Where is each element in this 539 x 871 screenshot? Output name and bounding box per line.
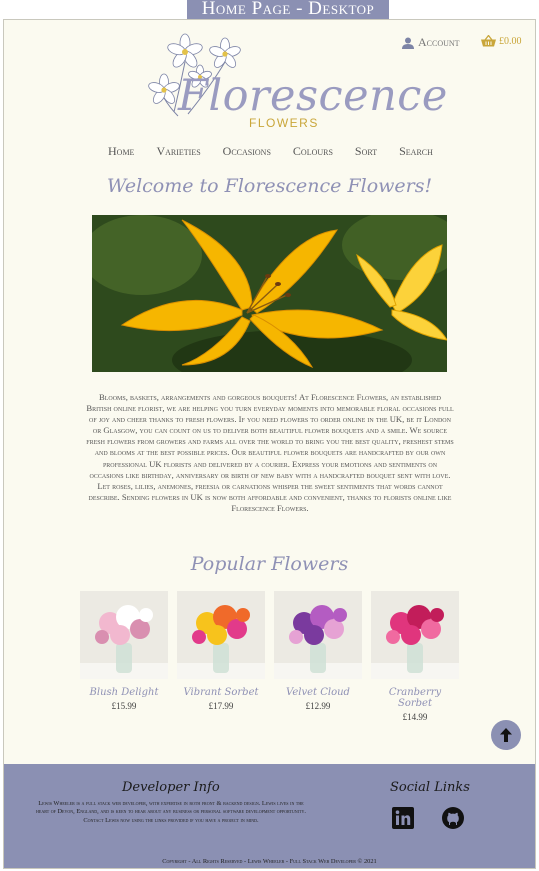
basket-icon: [481, 35, 496, 47]
product-price: £14.99: [402, 712, 428, 722]
back-to-top-button[interactable]: [491, 720, 521, 750]
account-link[interactable]: Account: [402, 35, 460, 50]
nav-sort[interactable]: Sort: [355, 144, 377, 159]
site-footer: Developer Info Lewis Wheeler is a full s…: [4, 764, 535, 868]
github-icon[interactable]: [442, 807, 464, 829]
product-card[interactable]: Vibrant Sorbet £17.99: [177, 591, 265, 722]
logo-wordmark: Florescence: [178, 71, 448, 121]
welcome-heading: Welcome to Florescence Flowers!: [106, 175, 433, 197]
product-price: £17.99: [208, 701, 234, 711]
product-image: [371, 591, 459, 679]
page-frame: Florescence FLOWERS Account £0.00 Home V…: [3, 19, 536, 869]
copyright-text: Copyright - All Rights Reserved - Lewis …: [162, 858, 377, 865]
hero-lily-image: [92, 215, 447, 372]
developer-info-text: Lewis Wheeler is a full stack web develo…: [36, 800, 306, 824]
product-name: Cranberry Sorbet: [388, 687, 442, 709]
product-list: Blush Delight £15.99 Vibrant Sorbet £17.…: [80, 591, 459, 722]
product-name: Vibrant Sorbet: [183, 687, 259, 698]
nav-varieties[interactable]: Varieties: [156, 144, 200, 159]
main-nav: Home Varieties Occasions Colours Sort Se…: [108, 144, 455, 159]
nav-search[interactable]: Search: [399, 144, 433, 159]
logo-subtitle: FLOWERS: [249, 116, 319, 130]
product-price: £12.99: [305, 701, 331, 711]
nav-colours[interactable]: Colours: [293, 144, 333, 159]
product-image: [274, 591, 362, 679]
nav-occasions[interactable]: Occasions: [223, 144, 271, 159]
arrow-up-icon: [500, 728, 512, 742]
account-label: Account: [418, 35, 460, 49]
product-card[interactable]: Velvet Cloud £12.99: [274, 591, 362, 722]
product-price: £15.99: [111, 701, 137, 711]
basket-link[interactable]: £0.00: [481, 35, 522, 47]
linkedin-icon[interactable]: [392, 807, 414, 829]
product-image: [177, 591, 265, 679]
product-card[interactable]: Cranberry Sorbet £14.99: [371, 591, 459, 722]
page-banner: Home Page - Desktop: [187, 0, 389, 19]
social-links-heading: Social Links: [390, 780, 470, 795]
developer-info-heading: Developer Info: [122, 780, 220, 795]
product-card[interactable]: Blush Delight £15.99: [80, 591, 168, 722]
user-icon: [402, 37, 414, 49]
intro-text: Blooms, baskets, arrangements and gorgeo…: [86, 392, 454, 513]
popular-heading: Popular Flowers: [190, 553, 349, 575]
nav-home[interactable]: Home: [108, 144, 134, 159]
product-name: Blush Delight: [89, 687, 159, 698]
basket-total: £0.00: [499, 35, 522, 47]
product-name: Velvet Cloud: [286, 687, 350, 698]
product-image: [80, 591, 168, 679]
